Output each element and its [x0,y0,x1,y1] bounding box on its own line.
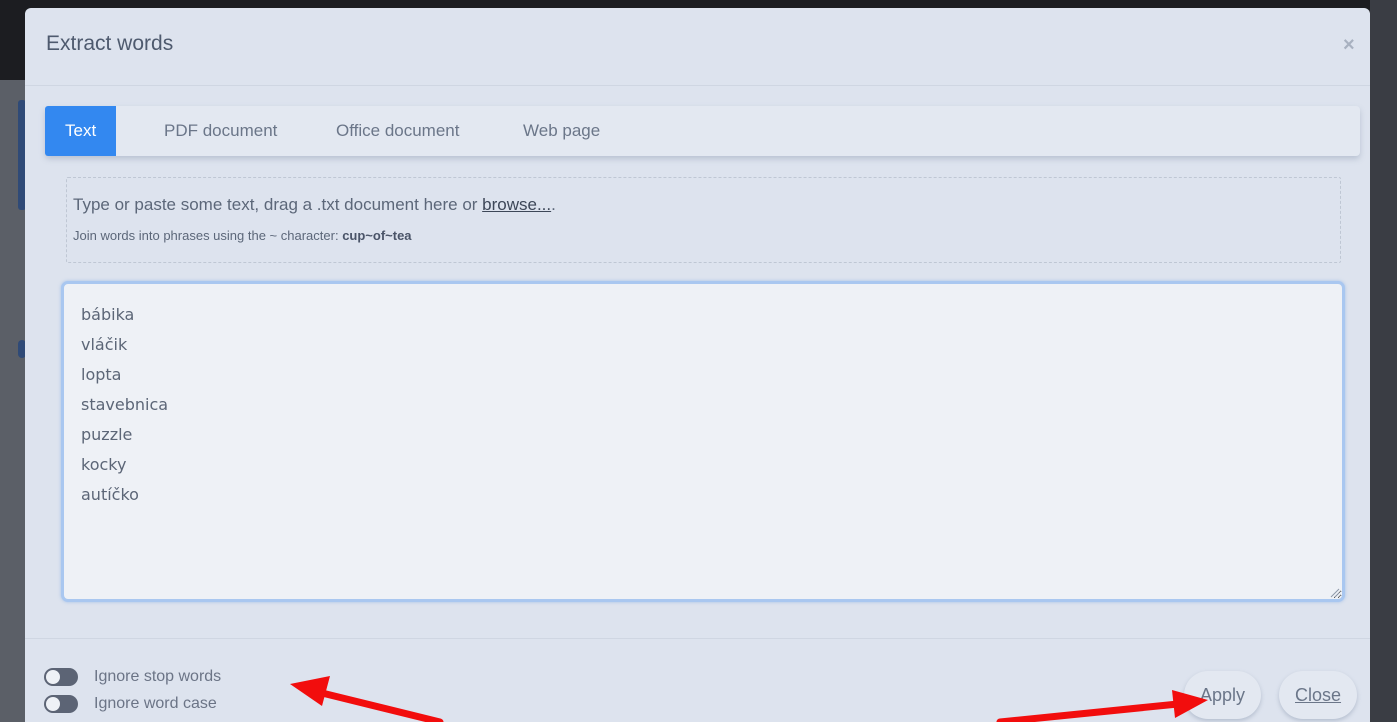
ignore-stop-words-toggle[interactable] [44,668,78,686]
ignore-word-case-toggle[interactable] [44,695,78,713]
file-drop-zone[interactable]: Type or paste some text, drag a .txt doc… [66,177,1341,263]
apply-button[interactable]: Apply [1184,671,1262,719]
source-tabs: Text PDF document Office document Web pa… [45,106,1360,156]
modal-footer: Ignore stop words Ignore word case Apply… [25,638,1370,722]
ignore-stop-words-option[interactable]: Ignore stop words [44,665,221,689]
phrase-hint-text: Join words into phrases using the ~ char… [73,228,343,243]
tab-text[interactable]: Text [45,106,117,156]
extract-words-modal: Extract words × Text PDF document Office… [25,8,1370,722]
toggle-knob [46,670,60,684]
phrase-hint-example: cup~of~tea [342,228,412,243]
words-textarea[interactable]: bábika vláčik lopta stavebnica puzzle ko… [61,281,1345,602]
phrase-hint: Join words into phrases using the ~ char… [73,228,412,243]
toggle-knob [46,697,60,711]
tab-office-document[interactable]: Office document [316,106,479,156]
ignore-stop-words-label: Ignore stop words [94,668,222,685]
close-icon[interactable]: × [1343,34,1355,57]
ignore-word-case-option[interactable]: Ignore word case [44,692,217,716]
drop-zone-instructions: Type or paste some text, drag a .txt doc… [73,195,556,215]
page-backdrop-right [1370,0,1397,722]
modal-title: Extract words [46,32,174,55]
tab-web-page[interactable]: Web page [503,106,620,156]
modal-header: Extract words × [25,8,1370,86]
ignore-word-case-label: Ignore word case [94,695,217,712]
drop-zone-text: Type or paste some text, drag a .txt doc… [73,195,483,214]
close-button[interactable]: Close [1279,671,1358,719]
drop-zone-text-end: . [551,195,556,214]
resize-handle-icon[interactable] [1328,586,1340,598]
browse-link[interactable]: browse... [482,195,551,214]
tab-pdf-document[interactable]: PDF document [144,106,297,156]
